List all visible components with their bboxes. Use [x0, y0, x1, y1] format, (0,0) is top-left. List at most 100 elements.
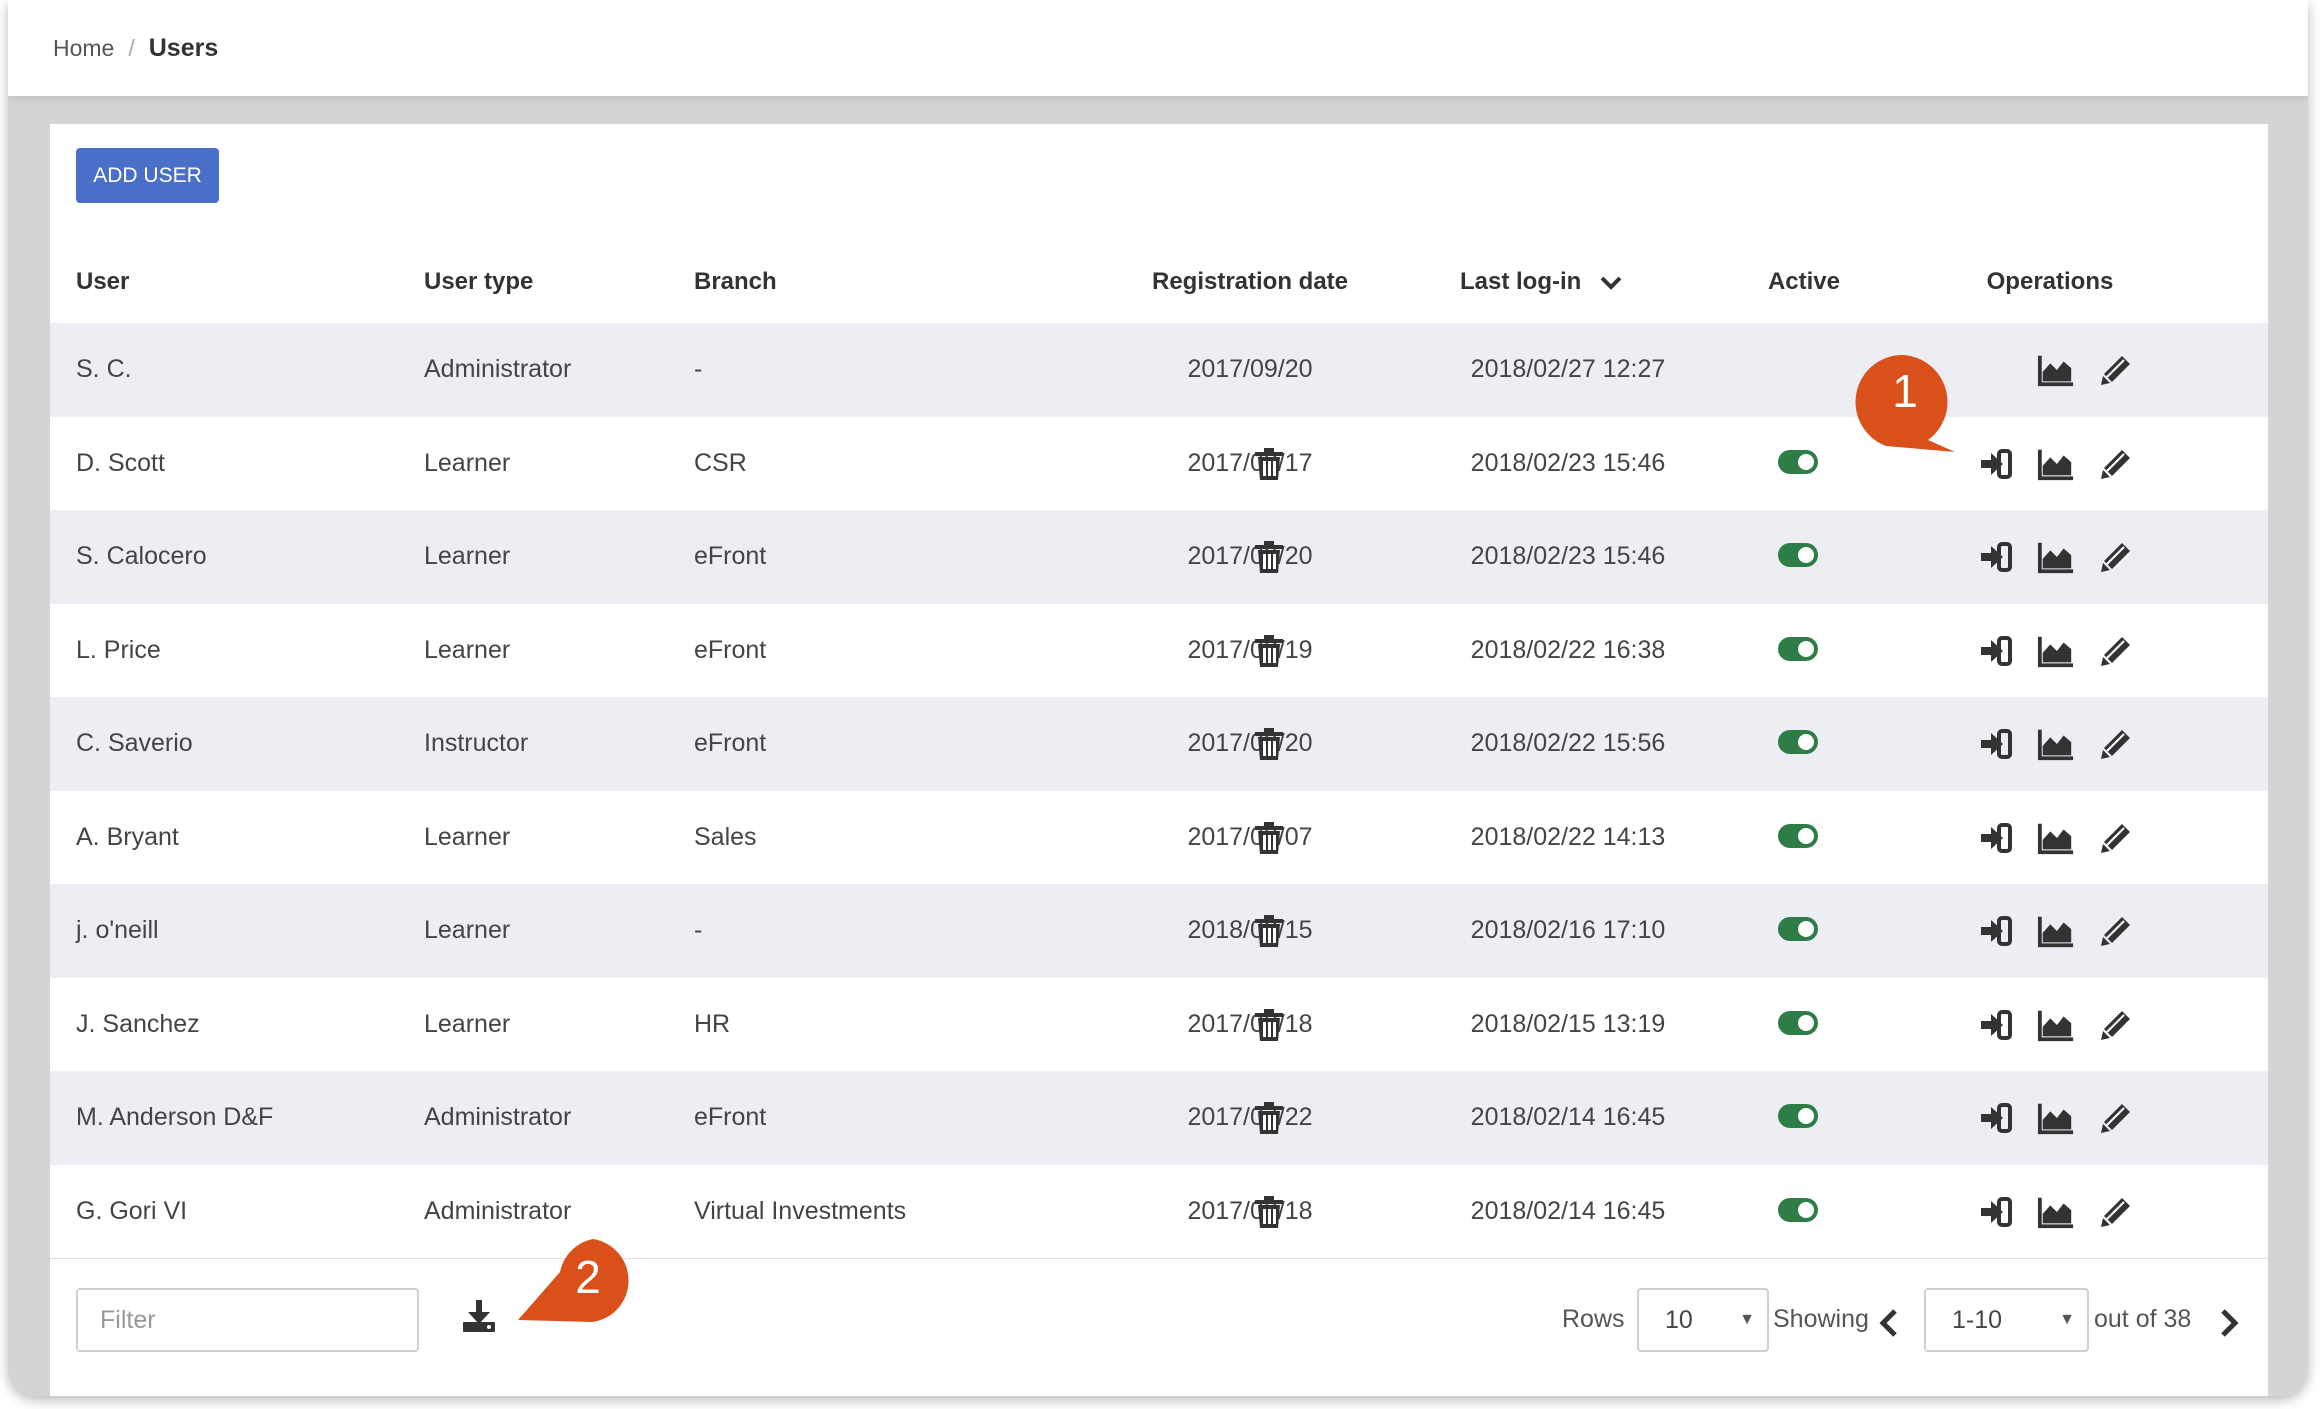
delete-icon[interactable] [1250, 820, 1288, 856]
delete-icon[interactable] [1250, 1007, 1288, 1043]
cell-branch: Sales [694, 822, 757, 851]
table-row: j. o'neill Learner -2018/02/15 2018/02/16 1… [50, 884, 2268, 978]
edit-icon[interactable] [2097, 446, 2135, 482]
active-toggle[interactable] [1778, 636, 1818, 661]
table-row: J. Sanchez Learner HR 2017/08/18 2018/02/15 … [50, 978, 2268, 1072]
active-toggle[interactable] [1778, 1010, 1818, 1035]
delete-icon[interactable] [1250, 1100, 1288, 1136]
operations-cell [1250, 323, 2130, 417]
login-icon[interactable] [1977, 446, 2015, 482]
statistics-icon[interactable] [2037, 726, 2075, 762]
next-page-icon[interactable] [2218, 1308, 2240, 1338]
breadcrumb-separator: / [128, 35, 135, 61]
cell-branch: - [694, 916, 703, 944]
cell-user-type: Learner [424, 1009, 511, 1038]
cell-user[interactable]: A. Bryant [76, 791, 179, 885]
active-toggle[interactable] [1778, 543, 1818, 567]
rows-label: Rows [1562, 1305, 1625, 1333]
login-icon[interactable] [1977, 539, 2015, 575]
edit-icon[interactable] [2097, 539, 2135, 575]
header-user[interactable]: User [76, 268, 129, 296]
cell-branch: HR [694, 1009, 731, 1038]
login-icon[interactable] [1977, 726, 2015, 762]
table-row: A. Bryant Learner Sales 2017/08/07 2018/02/2… [50, 791, 2268, 885]
header-last-login[interactable]: Last log-in [1460, 268, 1622, 297]
statistics-icon[interactable] [2037, 446, 2075, 482]
cell-user[interactable]: L. Price [76, 604, 161, 698]
statistics-icon[interactable] [2037, 539, 2075, 575]
cell-user[interactable]: D. Scott [76, 417, 165, 511]
cell-user[interactable]: j. o'neill [76, 884, 159, 978]
statistics-icon[interactable] [2037, 913, 2075, 949]
delete-icon[interactable] [1250, 446, 1288, 482]
breadcrumb-home-link[interactable]: Home [53, 35, 114, 62]
cell-user-type: Administrator [424, 355, 572, 383]
top-bar: Home / Users [8, 0, 2308, 96]
delete-icon[interactable] [1250, 726, 1288, 762]
active-toggle[interactable] [1778, 917, 1818, 941]
cell-user-type: Instructor [424, 729, 529, 757]
delete-icon[interactable] [1250, 1194, 1288, 1230]
delete-icon[interactable] [1250, 539, 1288, 575]
header-branch[interactable]: Branch [694, 268, 777, 296]
login-icon[interactable] [1977, 913, 2015, 949]
cell-user-type: Learner [424, 448, 511, 477]
statistics-icon[interactable] [2037, 820, 2075, 856]
statistics-icon[interactable] [2037, 352, 2075, 388]
statistics-icon[interactable] [2037, 1194, 2075, 1230]
filter-input[interactable] [76, 1288, 419, 1352]
active-toggle[interactable] [1778, 1104, 1818, 1128]
previous-page-icon[interactable] [1878, 1308, 1900, 1338]
header-operations: Operations [1986, 268, 2114, 295]
header-registration-date[interactable]: Registration date [1100, 268, 1400, 296]
cell-branch: - [694, 355, 703, 383]
breadcrumb-current: Users [148, 34, 219, 62]
delete-icon[interactable] [1250, 633, 1288, 669]
rows-select[interactable]: 10 ▼ [1637, 1288, 1769, 1352]
login-icon[interactable] [1977, 1194, 2015, 1230]
header-user-type[interactable]: User type [424, 268, 533, 296]
total-count-label: out of 38 [2094, 1305, 2192, 1333]
operations-cell [1250, 1071, 2130, 1165]
table-row: M. Anderson D&F Administrator eFront 2017/0… [50, 1071, 2268, 1165]
operations-cell [1250, 697, 2130, 791]
cell-user[interactable]: S. C. [76, 323, 132, 417]
range-select[interactable]: 1-10 ▼ [1924, 1288, 2089, 1352]
active-toggle[interactable] [1778, 449, 1818, 474]
login-icon[interactable] [1977, 1100, 2015, 1136]
statistics-icon[interactable] [2037, 633, 2075, 669]
cell-user-type: Learner [424, 822, 511, 851]
chevron-down-icon [1600, 269, 1622, 297]
table-body: S. C. Administrator -2017/09/20 2018/02/27 … [50, 323, 2268, 1258]
add-user-button[interactable]: ADD USER [76, 148, 219, 203]
login-icon[interactable] [1977, 820, 2015, 856]
edit-icon[interactable] [2097, 352, 2135, 388]
delete-icon[interactable] [1250, 913, 1288, 949]
edit-icon[interactable] [2097, 820, 2135, 856]
statistics-icon[interactable] [2037, 1100, 2075, 1136]
edit-icon[interactable] [2097, 913, 2135, 949]
edit-icon[interactable] [2097, 1194, 2135, 1230]
statistics-icon[interactable] [2037, 1007, 2075, 1043]
edit-icon[interactable] [2097, 726, 2135, 762]
header-active[interactable]: Active [1754, 268, 1854, 296]
login-icon[interactable] [1977, 633, 2015, 669]
edit-icon[interactable] [2097, 1007, 2135, 1043]
active-toggle[interactable] [1778, 730, 1818, 754]
table-row: S. Calocero Learner eFront 2017/09/20 2018/0… [50, 510, 2268, 604]
cell-user[interactable]: J. Sanchez [76, 978, 200, 1072]
active-toggle[interactable] [1778, 1197, 1818, 1222]
cell-user[interactable]: M. Anderson D&F [76, 1071, 273, 1165]
table-header: User User type Branch Registration date … [50, 238, 2268, 332]
active-toggle[interactable] [1778, 823, 1818, 848]
operations-cell [1250, 1165, 2130, 1259]
cell-branch: eFront [694, 542, 767, 570]
login-icon[interactable] [1977, 1007, 2015, 1043]
cell-user[interactable]: G. Gori VI [76, 1165, 187, 1259]
cell-user[interactable]: S. Calocero [76, 510, 207, 604]
cell-user[interactable]: C. Saverio [76, 697, 193, 791]
app-frame: Home / Users ADD USER User User type Bra… [8, 0, 2308, 1396]
edit-icon[interactable] [2097, 633, 2135, 669]
edit-icon[interactable] [2097, 1100, 2135, 1136]
download-icon[interactable] [461, 1298, 497, 1334]
